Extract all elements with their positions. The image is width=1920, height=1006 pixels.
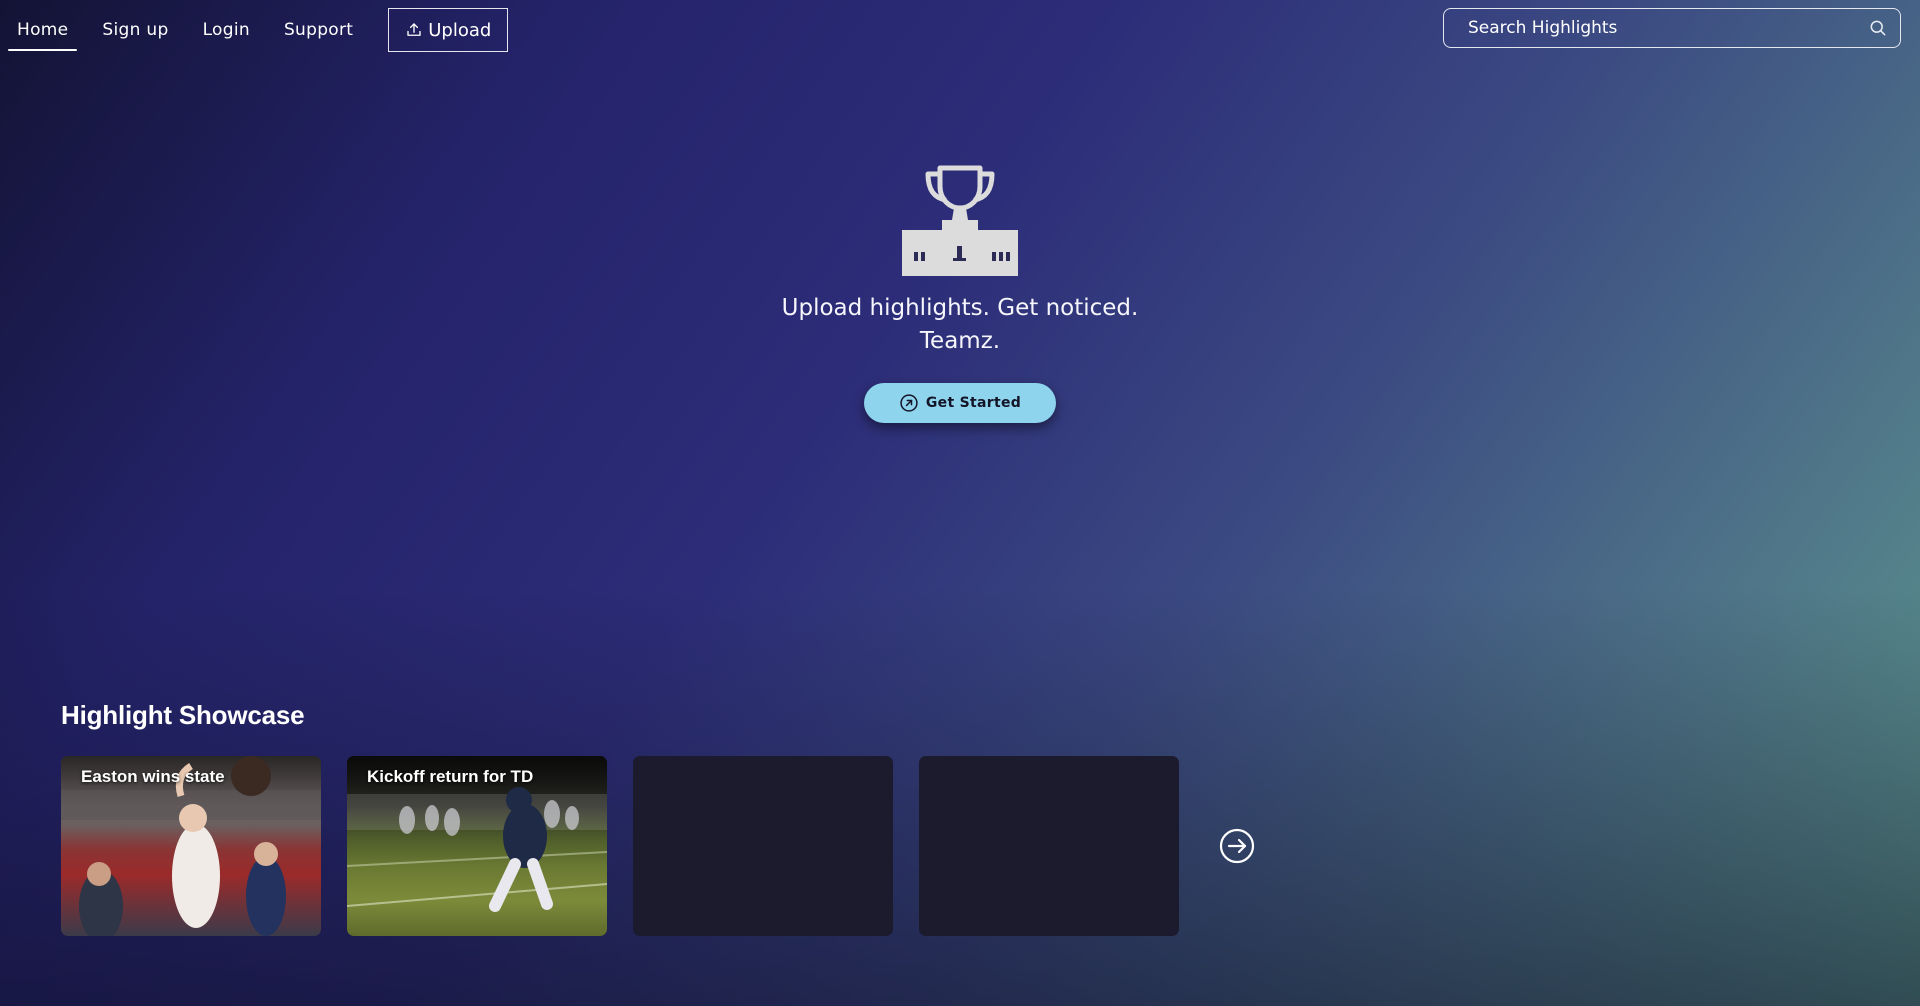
top-nav: Home Sign up Login Support Upload <box>8 8 509 52</box>
nav-home-link[interactable]: Home <box>8 10 78 51</box>
nav-support-link[interactable]: Support <box>275 10 362 51</box>
upload-icon <box>407 23 421 36</box>
highlight-card-placeholder[interactable] <box>633 756 893 936</box>
arrow-up-right-circle-icon <box>900 394 918 412</box>
highlight-card[interactable]: Easton wins state <box>61 756 321 936</box>
upload-button-label: Upload <box>428 19 492 41</box>
get-started-button[interactable]: Get Started <box>863 383 1057 423</box>
highlight-card-title: Easton wins state <box>81 767 225 786</box>
highlight-card-title: Kickoff return for TD <box>367 767 534 786</box>
search-icon[interactable] <box>1868 18 1888 38</box>
arrow-right-circle-icon <box>1219 828 1255 864</box>
trophy-podium-icon <box>902 165 1018 276</box>
highlight-card[interactable]: Kickoff return for TD <box>347 756 607 936</box>
search-input[interactable] <box>1444 17 1868 39</box>
hero-section: Upload highlights. Get noticed. Teamz. G… <box>0 164 1920 423</box>
hero-tagline-line2: Teamz. <box>919 328 1001 354</box>
nav-login-link[interactable]: Login <box>194 10 259 51</box>
nav-signup-link[interactable]: Sign up <box>93 10 177 51</box>
highlight-card-placeholder[interactable] <box>919 756 1179 936</box>
upload-button[interactable]: Upload <box>388 8 509 52</box>
showcase-carousel: Easton wins state Kickoff return for TD <box>61 756 1256 936</box>
carousel-next-button[interactable] <box>1218 827 1256 865</box>
hero-tagline: Upload highlights. Get noticed. Teamz. <box>0 292 1920 358</box>
get-started-label: Get Started <box>925 395 1022 411</box>
showcase-title: Highlight Showcase <box>61 700 305 730</box>
hero-tagline-line1: Upload highlights. Get noticed. <box>781 295 1139 321</box>
search-bar <box>1443 8 1901 48</box>
